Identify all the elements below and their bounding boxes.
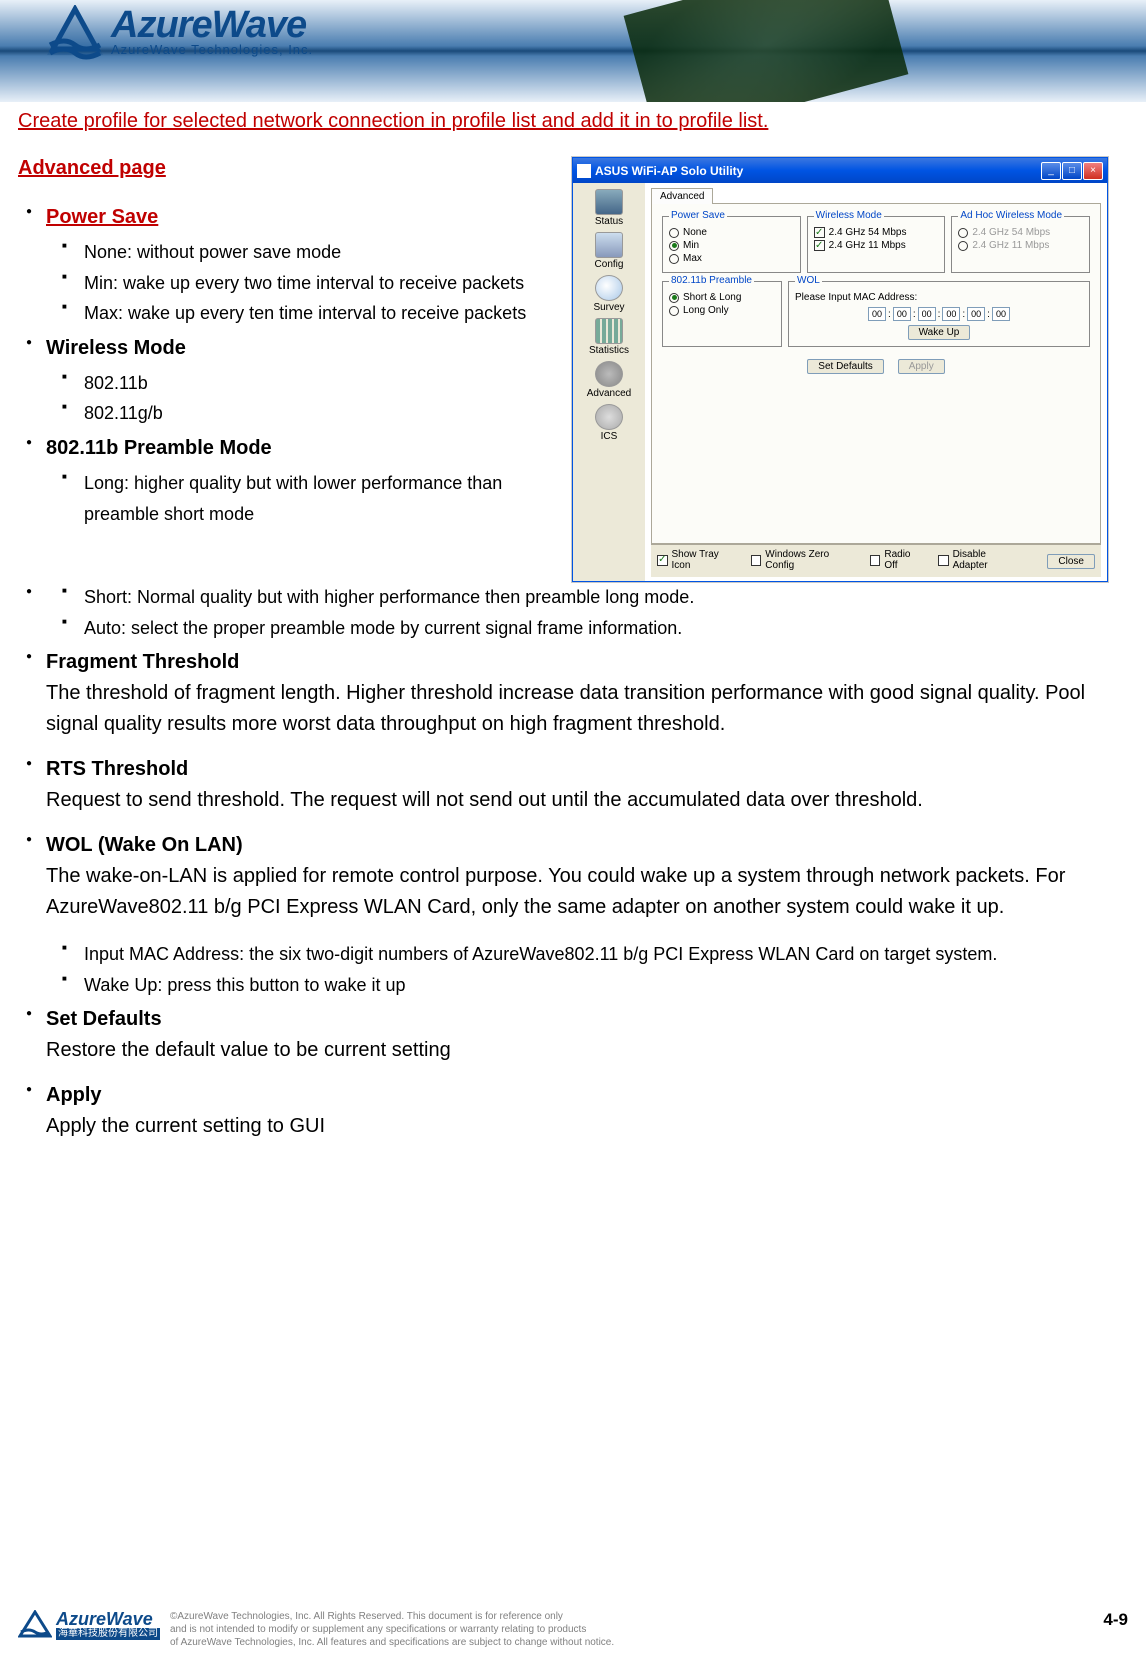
sidebar-ics[interactable]: ICS xyxy=(595,404,623,442)
group-title-power-save: Power Save xyxy=(669,210,727,221)
preamble-short: Short: Normal quality but with higher pe… xyxy=(60,582,1108,613)
power-save-min: Min: wake up every two time interval to … xyxy=(60,268,562,299)
status-icon xyxy=(595,189,623,215)
maximize-button[interactable]: □ xyxy=(1062,162,1082,180)
footer-logo-main: AzureWave xyxy=(56,1610,160,1628)
mac-4[interactable]: 00 xyxy=(967,307,985,321)
set-defaults-button[interactable]: Set Defaults xyxy=(807,359,883,374)
sidebar-statistics[interactable]: Statistics xyxy=(589,318,629,356)
advanced-page-heading: Advanced page xyxy=(18,157,562,180)
mac-1[interactable]: 00 xyxy=(893,307,911,321)
footer-logo-sub: 海華科技股份有限公司 xyxy=(56,1628,160,1640)
page-footer: AzureWave 海華科技股份有限公司 ©AzureWave Technolo… xyxy=(0,1606,1146,1664)
chip-decoration xyxy=(624,0,909,102)
wol-label: Please Input MAC Address: xyxy=(795,292,1083,303)
ics-icon xyxy=(595,404,623,430)
copyright-text: ©AzureWave Technologies, Inc. All Rights… xyxy=(170,1610,1093,1649)
footer-logo: AzureWave 海華科技股份有限公司 xyxy=(18,1610,160,1640)
check-disable-adapter[interactable]: Disable Adapter xyxy=(938,549,1019,571)
wol-wake-up: Wake Up: press this button to wake it up xyxy=(60,970,1108,1001)
group-adhoc: Ad Hoc Wireless Mode 2.4 GHz 54 Mbps 2.4… xyxy=(951,216,1090,273)
close-button[interactable]: × xyxy=(1083,162,1103,180)
rts-desc: Request to send threshold. The request w… xyxy=(46,789,923,811)
check-radio-off[interactable]: Radio Off xyxy=(870,549,924,571)
asus-wifi-dialog: ASUS WiFi-AP Solo Utility _ □ × Status C… xyxy=(572,157,1108,582)
advanced-icon xyxy=(595,361,623,387)
power-save-max: Max: wake up every ten time interval to … xyxy=(60,298,562,329)
radio-short-long[interactable]: Short & Long xyxy=(669,292,775,303)
power-save-heading: Power Save xyxy=(46,206,158,228)
dialog-app-icon xyxy=(577,164,591,178)
dialog-titlebar[interactable]: ASUS WiFi-AP Solo Utility _ □ × xyxy=(573,158,1107,183)
mac-input-row: 00: 00: 00: 00: 00: 00 xyxy=(795,307,1083,321)
logo-main-text: AzureWave xyxy=(111,8,313,42)
adhoc-11: 2.4 GHz 11 Mbps xyxy=(958,240,1083,251)
fragment-desc: The threshold of fragment length. Higher… xyxy=(46,682,1085,735)
logo-sub-text: AzureWave Technologies, Inc. xyxy=(111,42,313,57)
dialog-bottom-bar: ✓Show Tray Icon Windows Zero Config Radi… xyxy=(651,544,1101,577)
check-zero-config[interactable]: Windows Zero Config xyxy=(751,549,856,571)
sidebar-config[interactable]: Config xyxy=(595,232,624,270)
group-title-wol: WOL xyxy=(795,275,822,286)
mac-3[interactable]: 00 xyxy=(942,307,960,321)
fragment-heading: Fragment Threshold xyxy=(46,651,239,673)
wol-desc: The wake-on-LAN is applied for remote co… xyxy=(46,865,1065,918)
preamble-long: Long: higher quality but with lower perf… xyxy=(60,468,562,529)
group-wol: WOL Please Input MAC Address: 00: 00: 00… xyxy=(788,281,1090,347)
set-defaults-desc: Restore the default value to be current … xyxy=(46,1039,451,1061)
radio-long-only[interactable]: Long Only xyxy=(669,305,775,316)
header-logo: AzureWave AzureWave Technologies, Inc. xyxy=(45,5,313,60)
wireless-mode-b: 802.11b xyxy=(60,368,562,399)
wol-input-mac: Input MAC Address: the six two-digit num… xyxy=(60,939,1108,970)
group-title-preamble: 802.11b Preamble xyxy=(669,275,754,286)
sidebar-advanced[interactable]: Advanced xyxy=(587,361,631,399)
tab-advanced[interactable]: Advanced xyxy=(651,188,713,204)
azurewave-logo-icon xyxy=(45,5,105,60)
page-number: 4-9 xyxy=(1103,1610,1128,1630)
survey-icon xyxy=(595,275,623,301)
group-wireless-mode: Wireless Mode ✓2.4 GHz 54 Mbps ✓2.4 GHz … xyxy=(807,216,946,273)
radio-min[interactable]: Min xyxy=(669,240,794,251)
minimize-button[interactable]: _ xyxy=(1041,162,1061,180)
close-dialog-button[interactable]: Close xyxy=(1047,554,1095,569)
radio-none[interactable]: None xyxy=(669,227,794,238)
preamble-heading: 802.11b Preamble Mode xyxy=(46,437,272,459)
config-icon xyxy=(595,232,623,258)
statistics-icon xyxy=(595,318,623,344)
adhoc-54: 2.4 GHz 54 Mbps xyxy=(958,227,1083,238)
apply-heading: Apply xyxy=(46,1084,102,1106)
group-title-adhoc: Ad Hoc Wireless Mode xyxy=(958,210,1064,221)
preamble-auto: Auto: select the proper preamble mode by… xyxy=(60,613,1108,644)
dialog-sidebar: Status Config Survey Statistics Advanced… xyxy=(573,183,645,581)
dialog-title: ASUS WiFi-AP Solo Utility xyxy=(595,164,1040,178)
set-defaults-heading: Set Defaults xyxy=(46,1008,162,1030)
intro-text: Create profile for selected network conn… xyxy=(18,107,1108,135)
wake-up-button[interactable]: Wake Up xyxy=(908,325,971,340)
mac-0[interactable]: 00 xyxy=(868,307,886,321)
group-power-save: Power Save None Min Max xyxy=(662,216,801,273)
wireless-mode-heading: Wireless Mode xyxy=(46,337,186,359)
footer-logo-icon xyxy=(18,1610,52,1640)
sidebar-status[interactable]: Status xyxy=(595,189,623,227)
header-banner: AzureWave AzureWave Technologies, Inc. xyxy=(0,0,1146,102)
radio-max[interactable]: Max xyxy=(669,253,794,264)
apply-desc: Apply the current setting to GUI xyxy=(46,1115,325,1137)
sidebar-survey[interactable]: Survey xyxy=(593,275,624,313)
wol-heading: WOL (Wake On LAN) xyxy=(46,834,243,856)
wireless-mode-gb: 802.11g/b xyxy=(60,398,562,429)
mac-5[interactable]: 00 xyxy=(992,307,1010,321)
apply-button[interactable]: Apply xyxy=(898,359,945,374)
check-show-tray[interactable]: ✓Show Tray Icon xyxy=(657,549,737,571)
group-preamble: 802.11b Preamble Short & Long Long Only xyxy=(662,281,782,347)
mac-2[interactable]: 00 xyxy=(918,307,936,321)
group-title-wireless: Wireless Mode xyxy=(814,210,884,221)
rts-heading: RTS Threshold xyxy=(46,758,188,780)
check-54[interactable]: ✓2.4 GHz 54 Mbps xyxy=(814,227,939,238)
check-11[interactable]: ✓2.4 GHz 11 Mbps xyxy=(814,240,939,251)
power-save-none: None: without power save mode xyxy=(60,237,562,268)
